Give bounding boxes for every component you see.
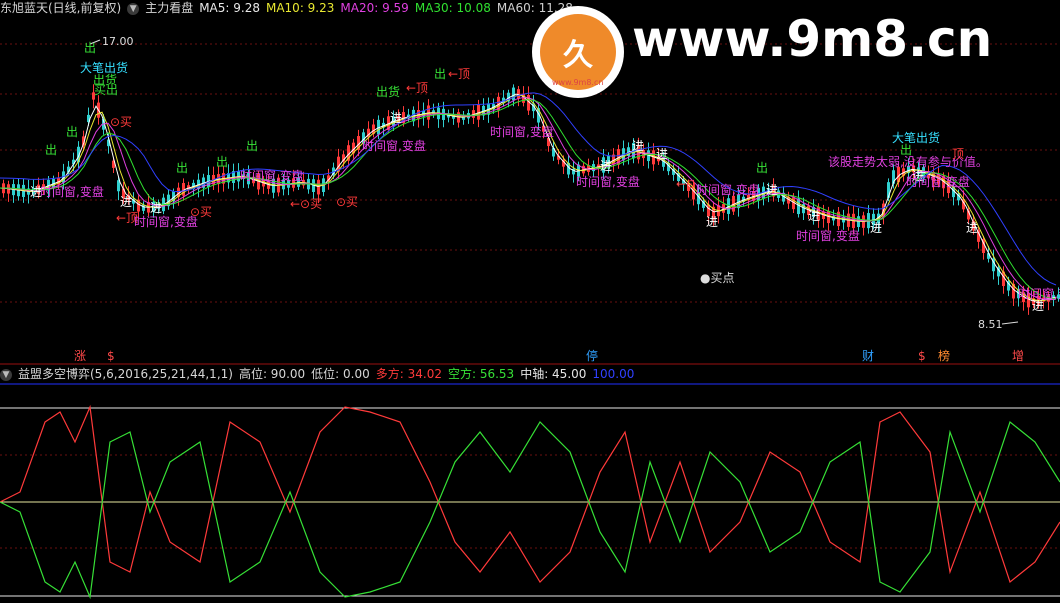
signal-annotation: 时间窗,变盘 (696, 182, 760, 197)
signal-annotation: 进 (120, 195, 132, 209)
signal-annotation: ←顶 (448, 67, 470, 81)
signal-annotation: 进 (656, 147, 668, 161)
ma10-value: MA10: 9.23 (265, 1, 335, 15)
ma-line-4 (0, 92, 1057, 286)
stock-title[interactable]: 东旭蓝天(日线,前复权) (0, 0, 121, 17)
signal-annotation: 时间窗,变盘 (796, 228, 860, 243)
signal-annotation: ⊙买 (336, 195, 358, 209)
signal-annotation: 顶 (952, 147, 964, 161)
bull-value: 多方: 34.02 (375, 367, 442, 381)
watermark-subtext: www.9m8.cn (552, 78, 604, 87)
signal-annotation: 出 (900, 143, 912, 157)
signal-annotation: 出 (434, 67, 446, 81)
event-marker[interactable]: $ (918, 348, 926, 364)
event-marker[interactable]: 财 (862, 348, 874, 364)
ma5-value: MA5: 9.28 (199, 1, 260, 15)
event-marker[interactable]: 涨 (74, 348, 86, 364)
signal-annotation: 时间窗,变盘 (576, 174, 640, 189)
signal-annotation: ←⊙买 (290, 197, 322, 211)
event-marker[interactable]: 榜 (938, 348, 950, 364)
signal-annotation: ⊙买 (190, 205, 212, 219)
signal-annotation: 进 (1032, 299, 1044, 313)
ma20-value: MA20: 9.59 (340, 1, 409, 15)
signal-annotation: 出 (66, 125, 78, 139)
bear-line (0, 420, 1060, 600)
signal-annotation: 出 (84, 41, 96, 55)
high-level-value: 高位: 90.00 (238, 367, 306, 381)
low-price-marker: 8.51 (978, 318, 1019, 331)
low-level-value: 低位: 0.00 (311, 367, 370, 381)
bear-value: 空方: 56.53 (447, 367, 515, 381)
signal-annotation: 进 (808, 209, 820, 223)
event-marker[interactable]: 增 (1012, 348, 1024, 364)
high-price-label: 17.00 (102, 35, 134, 48)
watermark: 久 www.9m8.cn www.9m8.cn (532, 6, 1052, 98)
signal-annotation: 时间窗,变盘 (906, 174, 970, 189)
signal-annotation: ⊙买 (110, 115, 132, 129)
event-marker[interactable]: $ (107, 348, 115, 364)
high-price-marker: 17.00 (89, 35, 134, 48)
signal-annotation: 出 (756, 161, 768, 175)
chevron-down-icon[interactable]: ▼ (127, 2, 140, 15)
level-100-value: 100.00 (592, 367, 635, 381)
signal-annotation: 出 (246, 139, 258, 153)
bull-line (0, 404, 1060, 584)
signal-annotation: 时间窗,变盘 (134, 214, 198, 229)
signal-annotation: 时间窗,变盘 (362, 138, 426, 153)
signal-annotation: 出 (45, 143, 57, 157)
signal-annotation: 进 (706, 215, 718, 229)
signal-annotation: ←⊙ (676, 177, 696, 191)
signal-annotation: 进 (766, 183, 778, 197)
signal-annotation: ←顶 (406, 81, 428, 95)
signal-annotation: 时间窗,变盘 (40, 184, 104, 199)
signal-annotation: 出 (216, 155, 228, 169)
signal-annotation: 进 (390, 111, 402, 125)
signal-annotation: 进 (870, 221, 882, 235)
signal-annotation: 进 (632, 139, 644, 153)
signal-annotation: 时间窗,变盘 (490, 124, 554, 139)
mid-axis-value: 中轴: 45.00 (520, 367, 587, 381)
chevron-down-icon[interactable]: ▼ (0, 368, 12, 381)
ma30-value: MA30: 10.08 (414, 1, 491, 15)
indicator-header: ▼ 益盟多空博弈(5,6,2016,25,21,44,1,1) 高位: 90.0… (0, 366, 634, 383)
indicator-pane-name[interactable]: 益盟多空博弈(5,6,2016,25,21,44,1,1) (18, 366, 233, 383)
signal-annotation: 进 (150, 201, 162, 215)
signal-annotation: 进 (600, 159, 612, 173)
event-marker[interactable]: 停 (586, 348, 598, 364)
signal-annotation: 出货 (376, 84, 400, 99)
signal-annotation: 时间窗,变盘 (240, 168, 304, 183)
main-chart-header: 东旭蓝天(日线,前复权) ▼ 主力看盘 MA5: 9.28 MA10: 9.23… (0, 0, 573, 17)
indicator-name[interactable]: 主力看盘 (145, 0, 193, 17)
buy-point-label: ●买点 (700, 271, 734, 285)
watermark-text: www.9m8.cn (632, 10, 993, 68)
signal-annotation: 出 (176, 161, 188, 175)
signal-annotation: 进 (966, 221, 978, 235)
low-price-label: 8.51 (978, 318, 1003, 331)
event-markers-row: 涨 $ 停 财 $ 榜 增 (0, 348, 1060, 364)
signal-annotation: 买出 (94, 83, 118, 97)
